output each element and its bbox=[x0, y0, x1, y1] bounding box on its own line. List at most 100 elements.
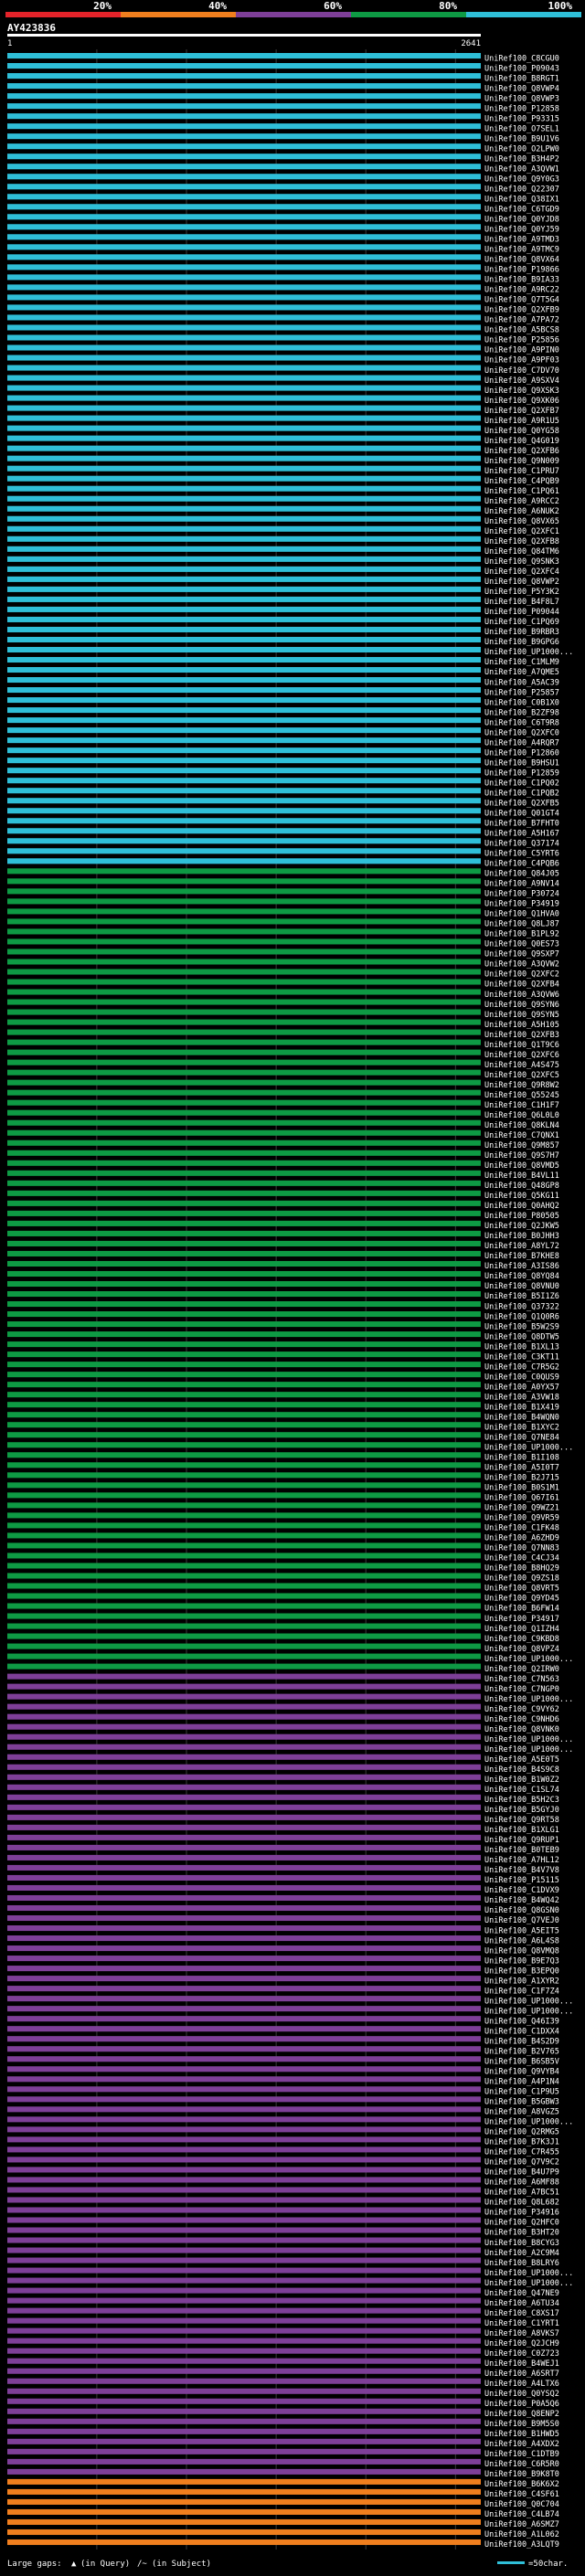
hit-bar[interactable] bbox=[7, 2086, 481, 2093]
hit-bar[interactable] bbox=[7, 224, 481, 230]
hit-label[interactable]: UniRef100_C1PQ69 bbox=[484, 618, 559, 627]
hit-label[interactable]: UniRef100_A6NUK2 bbox=[484, 507, 559, 516]
hit-bar[interactable] bbox=[7, 294, 481, 301]
hit-bar[interactable] bbox=[7, 2518, 481, 2526]
hit-bar[interactable] bbox=[7, 1864, 481, 1871]
hit-bar[interactable] bbox=[7, 2348, 481, 2354]
hit-bar[interactable] bbox=[7, 2508, 481, 2515]
hit-bar[interactable] bbox=[7, 2297, 481, 2304]
hit-label[interactable]: UniRef100_C1MLM9 bbox=[484, 658, 559, 667]
hit-bar[interactable] bbox=[7, 2287, 481, 2294]
hit-bar[interactable] bbox=[7, 1210, 481, 1216]
hit-label[interactable]: UniRef100_A4S475 bbox=[484, 1061, 559, 1070]
hit-bar[interactable] bbox=[7, 979, 481, 985]
hit-bar[interactable] bbox=[7, 2076, 481, 2083]
hit-label[interactable]: UniRef100_Q9SYN6 bbox=[484, 1001, 559, 1010]
hit-label[interactable]: UniRef100_C7DV70 bbox=[484, 366, 559, 376]
hit-bar[interactable] bbox=[7, 1904, 481, 1912]
hit-bar[interactable] bbox=[7, 2066, 481, 2072]
hit-bar[interactable] bbox=[7, 334, 481, 341]
hit-bar[interactable] bbox=[7, 938, 481, 945]
hit-bar[interactable] bbox=[7, 808, 481, 814]
hit-bar[interactable] bbox=[7, 2388, 481, 2394]
hit-label[interactable]: UniRef100_A9TMD3 bbox=[484, 236, 559, 245]
hit-label[interactable]: UniRef100_A3QVW1 bbox=[484, 164, 559, 174]
hit-label[interactable]: UniRef100_UP1000... bbox=[484, 2269, 573, 2278]
hit-label[interactable]: UniRef100_Q2RMG5 bbox=[484, 2128, 559, 2137]
hit-label[interactable]: UniRef100_C6TGD9 bbox=[484, 206, 559, 215]
hit-label[interactable]: UniRef100_Q2JKW5 bbox=[484, 1222, 559, 1231]
hit-bar[interactable] bbox=[7, 2327, 481, 2334]
hit-label[interactable]: UniRef100_Q0AHQ2 bbox=[484, 1202, 559, 1211]
hit-label[interactable]: UniRef100_Q2XFB5 bbox=[484, 799, 559, 808]
hit-label[interactable]: UniRef100_A3IS86 bbox=[484, 1262, 559, 1271]
hit-label[interactable]: UniRef100_B4U7P9 bbox=[484, 2168, 559, 2178]
hit-bar[interactable] bbox=[7, 1613, 481, 1619]
hit-bar[interactable] bbox=[7, 395, 481, 401]
hit-label[interactable]: UniRef100_A0YX57 bbox=[484, 1383, 559, 1392]
hit-bar[interactable] bbox=[7, 154, 481, 160]
hit-bar[interactable] bbox=[7, 1925, 481, 1932]
hit-label[interactable]: UniRef100_A6ZHD9 bbox=[484, 1534, 559, 1543]
hit-bar[interactable] bbox=[7, 2136, 481, 2143]
hit-label[interactable]: UniRef100_Q2XFB6 bbox=[484, 447, 559, 456]
hit-label[interactable]: UniRef100_Q8LJ87 bbox=[484, 920, 559, 929]
hit-bar[interactable] bbox=[7, 2046, 481, 2052]
hit-label[interactable]: UniRef100_Q6L0L0 bbox=[484, 1111, 559, 1120]
hit-bar[interactable] bbox=[7, 2016, 481, 2022]
hit-label[interactable]: UniRef100_A6TU34 bbox=[484, 2299, 559, 2308]
hit-bar[interactable] bbox=[7, 949, 481, 955]
hit-label[interactable]: UniRef100_B3HT20 bbox=[484, 2229, 559, 2238]
hit-label[interactable]: UniRef100_Q9SYN5 bbox=[484, 1011, 559, 1020]
hit-label[interactable]: UniRef100_Q9VR59 bbox=[484, 1514, 559, 1523]
hit-bar[interactable] bbox=[7, 586, 481, 592]
hit-bar[interactable] bbox=[7, 1422, 481, 1428]
hit-label[interactable]: UniRef100_P80505 bbox=[484, 1212, 559, 1221]
hit-label[interactable]: UniRef100_B9E7Q3 bbox=[484, 1956, 559, 1966]
hit-label[interactable]: UniRef100_Q0YJ59 bbox=[484, 226, 559, 235]
hit-bar[interactable] bbox=[7, 1250, 481, 1256]
hit-bar[interactable] bbox=[7, 1119, 481, 1126]
hit-bar[interactable] bbox=[7, 1220, 481, 1226]
hit-label[interactable]: UniRef100_A5I0T7 bbox=[484, 1464, 559, 1473]
hit-bar[interactable] bbox=[7, 2106, 481, 2113]
hit-bar[interactable] bbox=[7, 1996, 481, 2002]
hit-label[interactable]: UniRef100_Q8VNU0 bbox=[484, 1282, 559, 1291]
hit-bar[interactable] bbox=[7, 1844, 481, 1850]
hit-bar[interactable] bbox=[7, 1069, 481, 1076]
hit-label[interactable]: UniRef100_C1PQB2 bbox=[484, 789, 559, 798]
hit-bar[interactable] bbox=[7, 1935, 481, 1942]
hit-label[interactable]: UniRef100_Q9XK06 bbox=[484, 397, 559, 406]
hit-bar[interactable] bbox=[7, 425, 481, 431]
hit-label[interactable]: UniRef100_Q84J05 bbox=[484, 870, 559, 879]
hit-bar[interactable] bbox=[7, 1874, 481, 1881]
hit-label[interactable]: UniRef100_Q8VRT5 bbox=[484, 1585, 559, 1594]
hit-label[interactable]: UniRef100_Q2XFB4 bbox=[484, 981, 559, 990]
hit-label[interactable]: UniRef100_B6SB5V bbox=[484, 2057, 559, 2066]
hit-label[interactable]: UniRef100_C0QUS9 bbox=[484, 1373, 559, 1382]
hit-label[interactable]: UniRef100_Q2JCH9 bbox=[484, 2339, 559, 2348]
hit-bar[interactable] bbox=[7, 2147, 481, 2153]
hit-label[interactable]: UniRef100_A4LTX6 bbox=[484, 2380, 559, 2389]
hit-bar[interactable] bbox=[7, 375, 481, 381]
hit-label[interactable]: UniRef100_B9M5S0 bbox=[484, 2420, 559, 2429]
hit-bar[interactable] bbox=[7, 2488, 481, 2495]
hit-label[interactable]: UniRef100_Q8VX64 bbox=[484, 256, 559, 265]
hit-bar[interactable] bbox=[7, 1140, 481, 1146]
hit-bar[interactable] bbox=[7, 2026, 481, 2032]
hit-bar[interactable] bbox=[7, 2337, 481, 2344]
hit-label[interactable]: UniRef100_A5AC39 bbox=[484, 678, 559, 687]
hit-label[interactable]: UniRef100_Q8YQ84 bbox=[484, 1272, 559, 1281]
hit-label[interactable]: UniRef100_Q8VWP4 bbox=[484, 84, 559, 93]
hit-label[interactable]: UniRef100_Q2XFC1 bbox=[484, 527, 559, 536]
hit-bar[interactable] bbox=[7, 133, 481, 140]
hit-bar[interactable] bbox=[7, 546, 481, 552]
hit-bar[interactable] bbox=[7, 204, 481, 210]
hit-bar[interactable] bbox=[7, 355, 481, 361]
hit-bar[interactable] bbox=[7, 2247, 481, 2253]
hit-bar[interactable] bbox=[7, 1683, 481, 1690]
hit-bar[interactable] bbox=[7, 475, 481, 482]
hit-label[interactable]: UniRef100_B2ZF98 bbox=[484, 708, 559, 717]
hit-bar[interactable] bbox=[7, 1442, 481, 1448]
hit-label[interactable]: UniRef100_P19866 bbox=[484, 266, 559, 275]
